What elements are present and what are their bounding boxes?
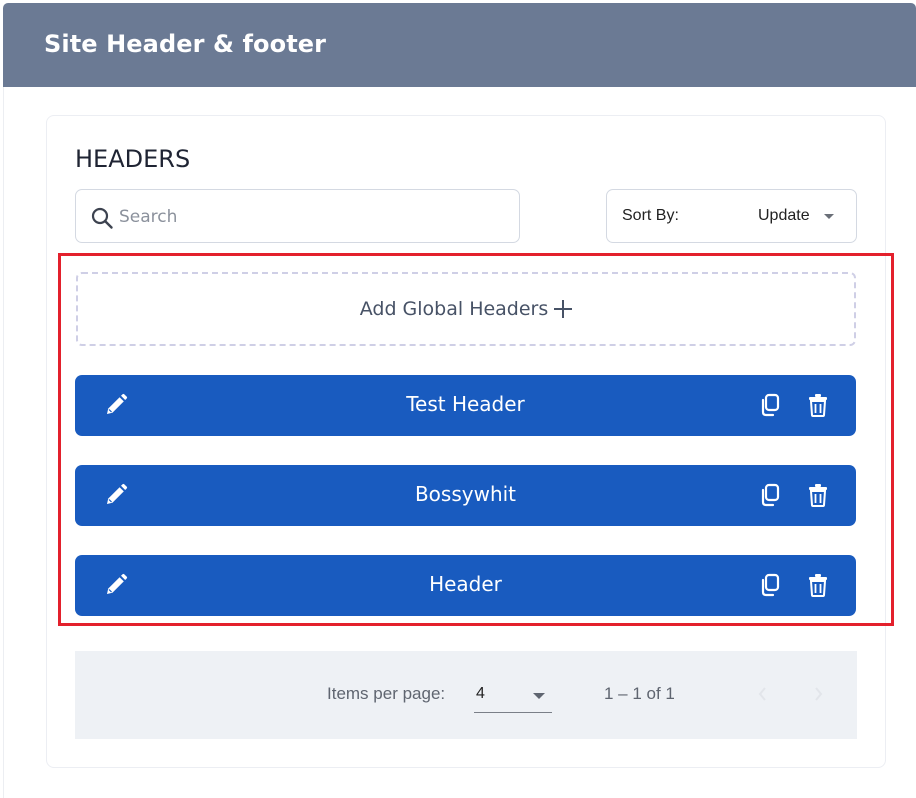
caret-down-icon [533,693,545,699]
copy-icon[interactable] [759,393,781,417]
trash-icon[interactable] [807,483,829,507]
caret-down-icon [824,214,834,219]
items-per-page-label: Items per page: [327,684,446,703]
header-item[interactable]: Bossywhit [75,465,856,526]
header-item-name: Header [429,572,502,596]
plus-icon [554,300,573,318]
search-icon [91,207,113,229]
page-range-label: 1 – 1 of 1 [604,684,675,703]
search-placeholder: Search [119,207,178,227]
section-title: HEADERS [75,145,191,173]
sort-dropdown[interactable]: Sort By: Update [606,189,857,243]
header-item-name: Test Header [406,392,525,416]
site-header-bar: Site Header & footer [3,3,916,87]
chevron-right-icon[interactable] [810,685,826,703]
sort-label: Sort By: [622,207,679,224]
items-per-page-value: 4 [476,685,485,702]
sort-value: Update [758,207,810,224]
items-per-page-select[interactable]: 4 [474,681,552,713]
copy-icon[interactable] [759,573,781,597]
header-item-name: Bossywhit [414,482,517,506]
paginator: Items per page: 4 1 – 1 of 1 [75,651,857,739]
search-input[interactable]: Search [75,189,520,243]
header-item[interactable]: Test Header [75,375,856,436]
add-global-headers-label: Add Global Headers [359,298,549,320]
chevron-left-icon[interactable] [755,685,771,703]
trash-icon[interactable] [807,573,829,597]
copy-icon[interactable] [759,483,781,507]
trash-icon[interactable] [807,393,829,417]
divider [3,87,4,798]
add-global-headers-button[interactable]: Add Global Headers [76,272,856,346]
header-item[interactable]: Header [75,555,856,616]
page-title: Site Header & footer [44,30,327,58]
